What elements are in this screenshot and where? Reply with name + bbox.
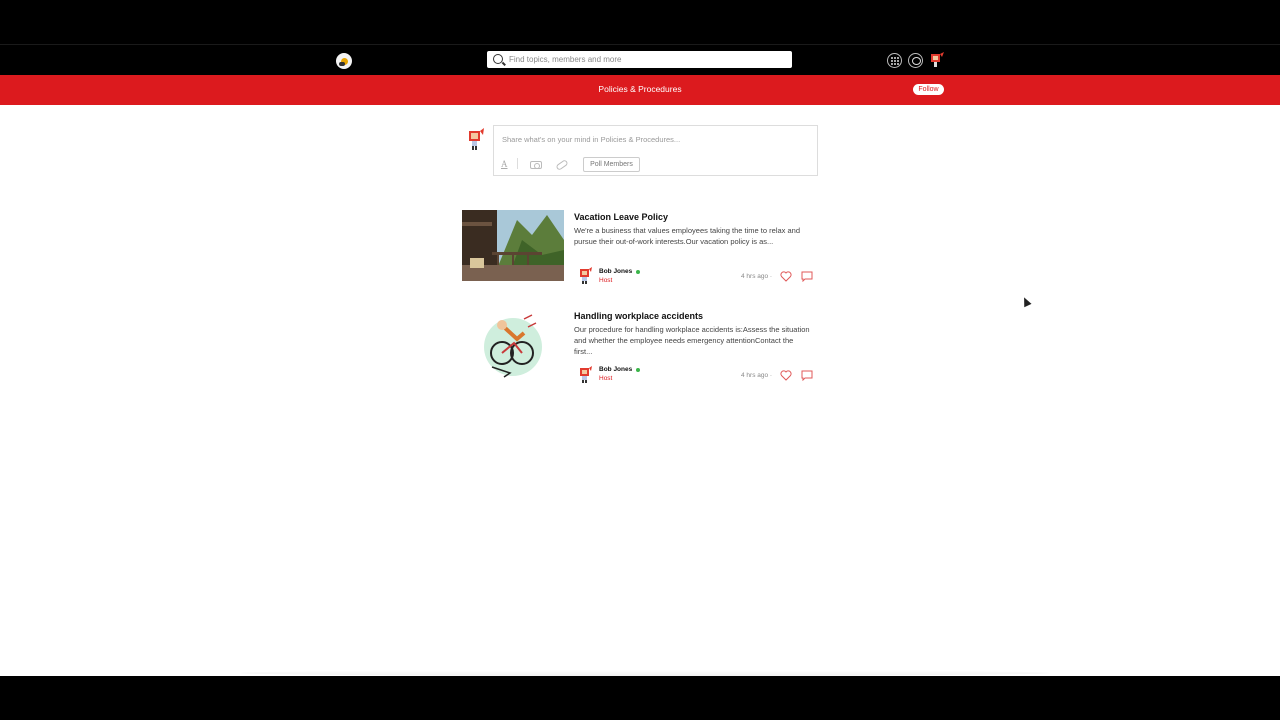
chat-icon[interactable]	[908, 53, 923, 68]
text-format-icon[interactable]: A	[501, 159, 508, 169]
group-title: Policies & Procedures	[598, 84, 682, 94]
post-title[interactable]: Vacation Leave Policy	[574, 212, 668, 222]
link-icon[interactable]	[555, 159, 569, 171]
group-header-bar: Policies & Procedures Follow	[0, 75, 1280, 105]
post-time-text: 4 hrs ago	[741, 273, 769, 280]
post-time-text: 4 hrs ago	[741, 372, 769, 379]
app-window: Policies & Procedures Follow Share what'…	[0, 0, 1280, 720]
post-thumbnail-accident-illustration[interactable]	[462, 309, 564, 380]
composer-avatar	[469, 128, 484, 150]
comment-icon[interactable]	[801, 271, 813, 282]
author-role: Host	[599, 277, 613, 284]
post-card[interactable]: Vacation Leave Policy We're a business t…	[462, 210, 822, 285]
post-thumbnail-mountain-photo[interactable]	[462, 210, 564, 281]
follow-button[interactable]: Follow	[913, 84, 944, 95]
post-timestamp: 4 hrs ago ·	[741, 273, 772, 280]
post-composer[interactable]: Share what's on your mind in Policies & …	[493, 125, 818, 176]
post-timestamp: 4 hrs ago ·	[741, 372, 772, 379]
search-input[interactable]	[509, 51, 784, 68]
search-icon	[493, 54, 503, 64]
search-box	[487, 51, 792, 68]
heart-icon[interactable]	[780, 271, 792, 282]
author-avatar[interactable]	[579, 267, 593, 284]
author-role: Host	[599, 375, 613, 382]
post-title[interactable]: Handling workplace accidents	[574, 311, 703, 321]
poll-members-button[interactable]: Poll Members	[583, 157, 640, 172]
composer-input[interactable]: Share what's on your mind in Policies & …	[502, 135, 680, 144]
author-name[interactable]: Bob Jones	[599, 366, 632, 373]
post-time-separator: ·	[769, 372, 773, 379]
apps-grid-icon[interactable]	[887, 53, 902, 68]
online-status-dot	[636, 270, 640, 274]
heart-icon[interactable]	[780, 370, 792, 381]
camera-icon[interactable]	[530, 161, 542, 169]
post-card[interactable]: Handling workplace accidents Our procedu…	[462, 309, 822, 384]
user-avatar[interactable]	[929, 51, 945, 68]
post-time-separator: ·	[769, 273, 773, 280]
post-excerpt: We're a business that values employees t…	[574, 226, 800, 246]
top-navigation-bar	[0, 44, 1280, 75]
post-excerpt: Our procedure for handling workplace acc…	[574, 325, 810, 356]
group-feed: Share what's on your mind in Policies & …	[0, 105, 1280, 676]
comment-icon[interactable]	[801, 370, 813, 381]
egg-logo-icon[interactable]	[336, 53, 352, 69]
author-name[interactable]: Bob Jones	[599, 268, 632, 275]
online-status-dot	[636, 368, 640, 372]
author-avatar[interactable]	[579, 366, 593, 383]
footer-shadow	[240, 670, 1050, 676]
toolbar-divider	[517, 158, 518, 169]
